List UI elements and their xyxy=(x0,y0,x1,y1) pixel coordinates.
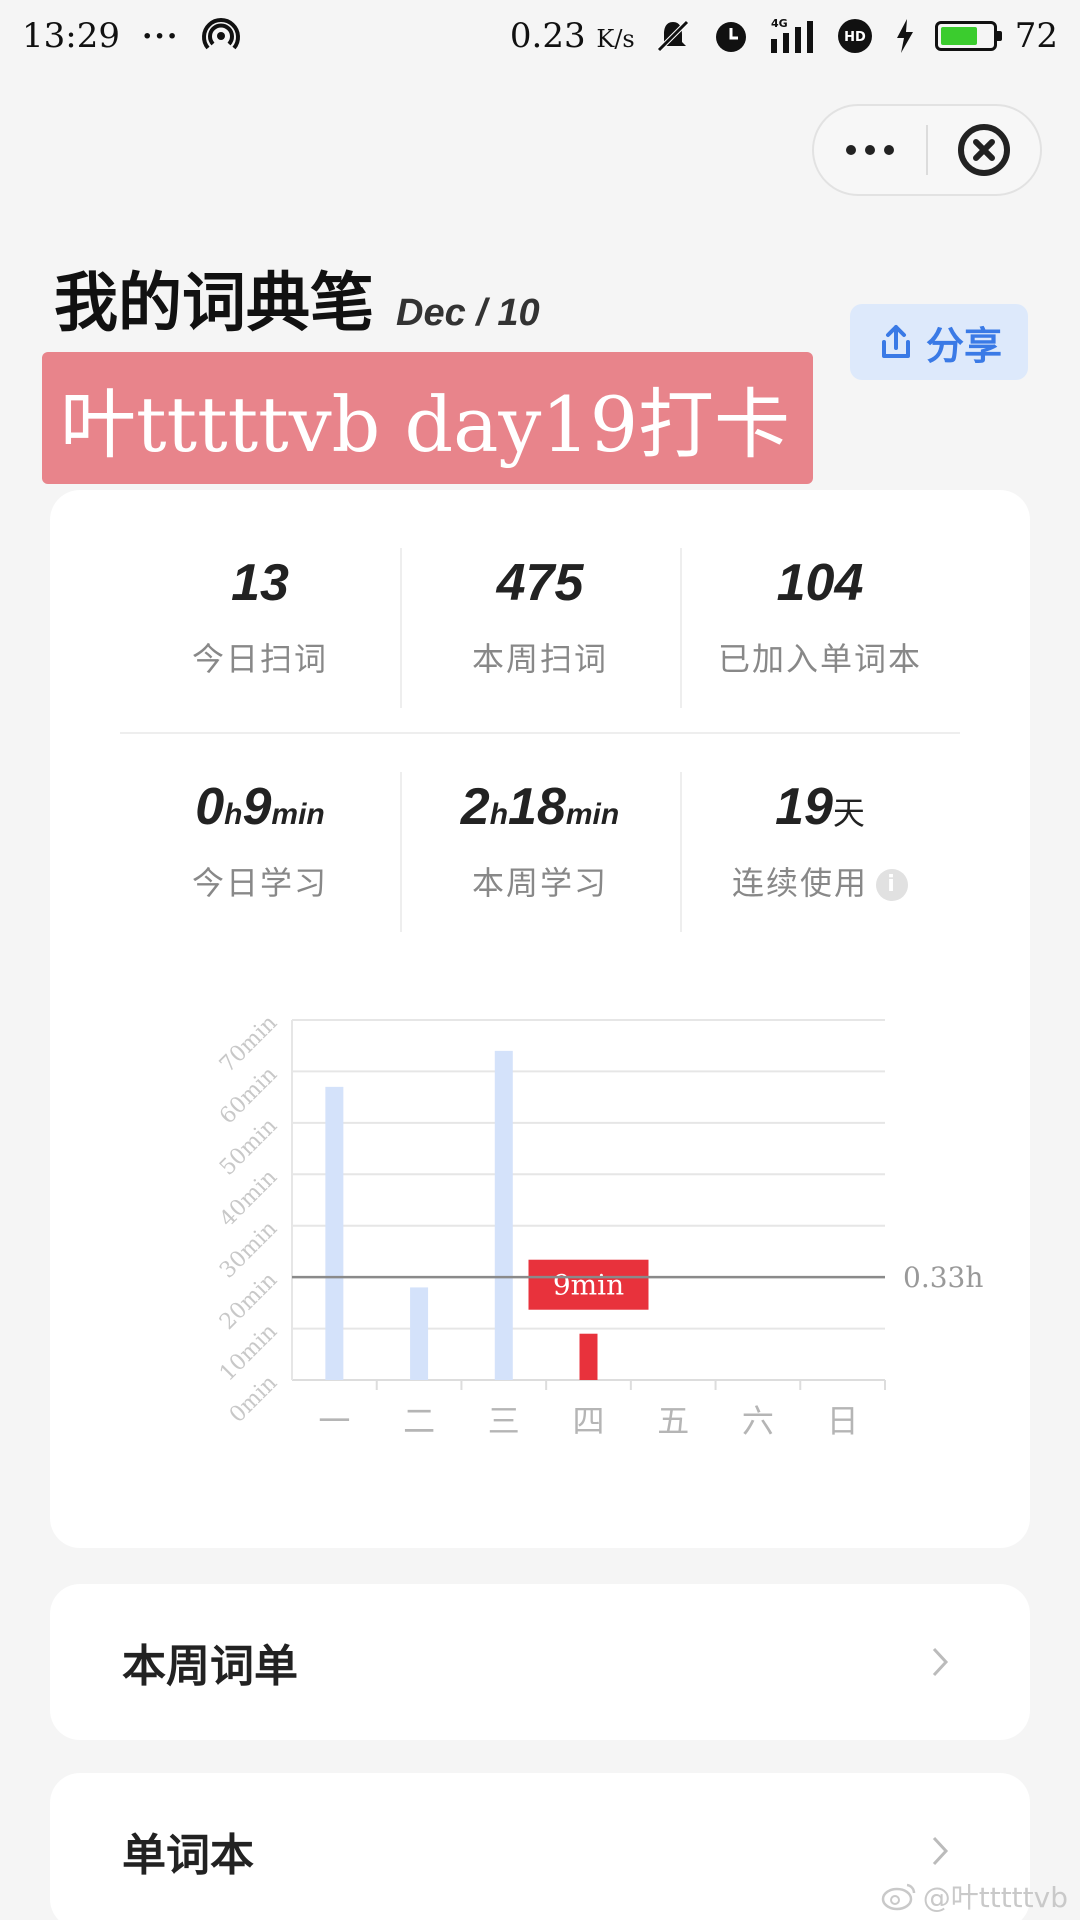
stat-today-scans: 13 今日扫词 xyxy=(120,548,400,708)
stat-label: 已加入单词本 xyxy=(717,640,922,678)
status-bar: 13:29 ··· 0.23 K/s 4G HD 72 xyxy=(0,0,1080,72)
x-tick-label: 六 xyxy=(742,1402,774,1440)
stat-label: 连续使用 i xyxy=(680,858,960,904)
stat-week-scans: 475 本周扫词 xyxy=(400,548,680,708)
info-icon[interactable]: i xyxy=(876,869,908,901)
y-tick-label: 30min xyxy=(215,1216,282,1283)
page-header: 我的词典笔 Dec / 10 xyxy=(54,252,540,344)
y-tick-label: 20min xyxy=(215,1268,282,1335)
checkin-banner: 叶tttttvb day19打卡 xyxy=(42,352,813,484)
bar-value-label: 9min xyxy=(553,1269,624,1302)
hd-icon: HD xyxy=(835,16,875,56)
svg-text:HD: HD xyxy=(844,30,866,45)
chevron-right-icon xyxy=(932,1836,949,1866)
x-tick-label: 五 xyxy=(657,1402,689,1440)
stat-value: 104 xyxy=(776,554,864,612)
battery-percent: 72 xyxy=(1014,16,1058,56)
stat-streak: 19天 连续使用 i xyxy=(680,772,960,932)
x-tick-label: 三 xyxy=(488,1402,520,1440)
weekly-word-list-entry[interactable]: 本周词单 xyxy=(50,1584,1030,1740)
y-tick-label: 70min xyxy=(215,1011,282,1078)
x-tick-label: 二 xyxy=(403,1402,435,1440)
svg-text:4G: 4G xyxy=(771,17,788,30)
stat-value: 13 xyxy=(231,554,289,612)
x-tick-label: 四 xyxy=(572,1402,604,1440)
close-button[interactable] xyxy=(928,106,1040,194)
word-stats-row: 13 今日扫词 475 本周扫词 104 已加入单词本 xyxy=(50,548,1030,708)
stat-wordbook-count: 104 已加入单词本 xyxy=(680,548,960,708)
more-button[interactable] xyxy=(814,106,926,194)
list-label: 单词本 xyxy=(122,1830,254,1881)
signal-icon: 4G xyxy=(769,16,817,56)
bar xyxy=(410,1287,429,1380)
stat-value: 19天 xyxy=(775,778,865,836)
close-icon xyxy=(958,124,1010,176)
stat-label: 本周学习 xyxy=(471,864,608,902)
battery-icon xyxy=(934,21,1002,51)
alarm-icon xyxy=(711,16,751,56)
bar xyxy=(494,1050,513,1380)
x-tick-label: 一 xyxy=(318,1402,350,1440)
mute-icon xyxy=(653,16,693,56)
bar xyxy=(325,1086,344,1380)
stat-week-study: 2h18min 本周学习 xyxy=(400,772,680,932)
bar-today xyxy=(579,1333,598,1380)
status-dots: ··· xyxy=(141,18,180,54)
chevron-right-icon xyxy=(932,1647,949,1677)
stat-value: 475 xyxy=(496,554,584,612)
stat-value: 2h18min xyxy=(460,778,620,836)
stat-label: 今日学习 xyxy=(191,864,328,902)
page-title: 我的词典笔 xyxy=(54,267,374,341)
weibo-icon xyxy=(881,1883,916,1911)
list-label: 本周词单 xyxy=(122,1641,298,1692)
y-tick-label: 10min xyxy=(215,1319,282,1386)
y-tick-label: 50min xyxy=(215,1113,282,1180)
x-tick-label: 日 xyxy=(827,1402,859,1440)
stats-card: 13 今日扫词 475 本周扫词 104 已加入单词本 0h9min 今日学习 … xyxy=(50,490,1030,1548)
hotspot-icon xyxy=(201,16,241,56)
network-speed: 0.23 K/s xyxy=(509,16,635,56)
weekly-study-chart: 0min10min20min30min40min50min60min70min一… xyxy=(215,1011,983,1440)
stat-value: 0h9min xyxy=(195,778,325,836)
y-tick-label: 60min xyxy=(215,1062,282,1129)
share-label: 分享 xyxy=(925,323,1002,368)
average-line-label: 0.33h xyxy=(903,1261,983,1294)
page-date: Dec / 10 xyxy=(396,292,540,334)
stat-today-study: 0h9min 今日学习 xyxy=(120,772,400,932)
charging-icon xyxy=(893,16,917,56)
share-button[interactable]: 分享 xyxy=(850,304,1028,380)
divider xyxy=(120,732,960,734)
share-icon xyxy=(881,325,910,358)
more-icon xyxy=(846,145,894,155)
weibo-watermark: @叶tttttvb xyxy=(881,1876,1068,1916)
battery-level xyxy=(940,27,977,45)
stat-label: 今日扫词 xyxy=(191,640,328,678)
capsule-menu xyxy=(812,104,1042,196)
stat-label: 本周扫词 xyxy=(471,640,608,678)
y-tick-label: 40min xyxy=(215,1165,282,1232)
status-time: 13:29 xyxy=(22,16,120,56)
time-stats-row: 0h9min 今日学习 2h18min 本周学习 19天 连续使用 i xyxy=(50,772,1030,932)
